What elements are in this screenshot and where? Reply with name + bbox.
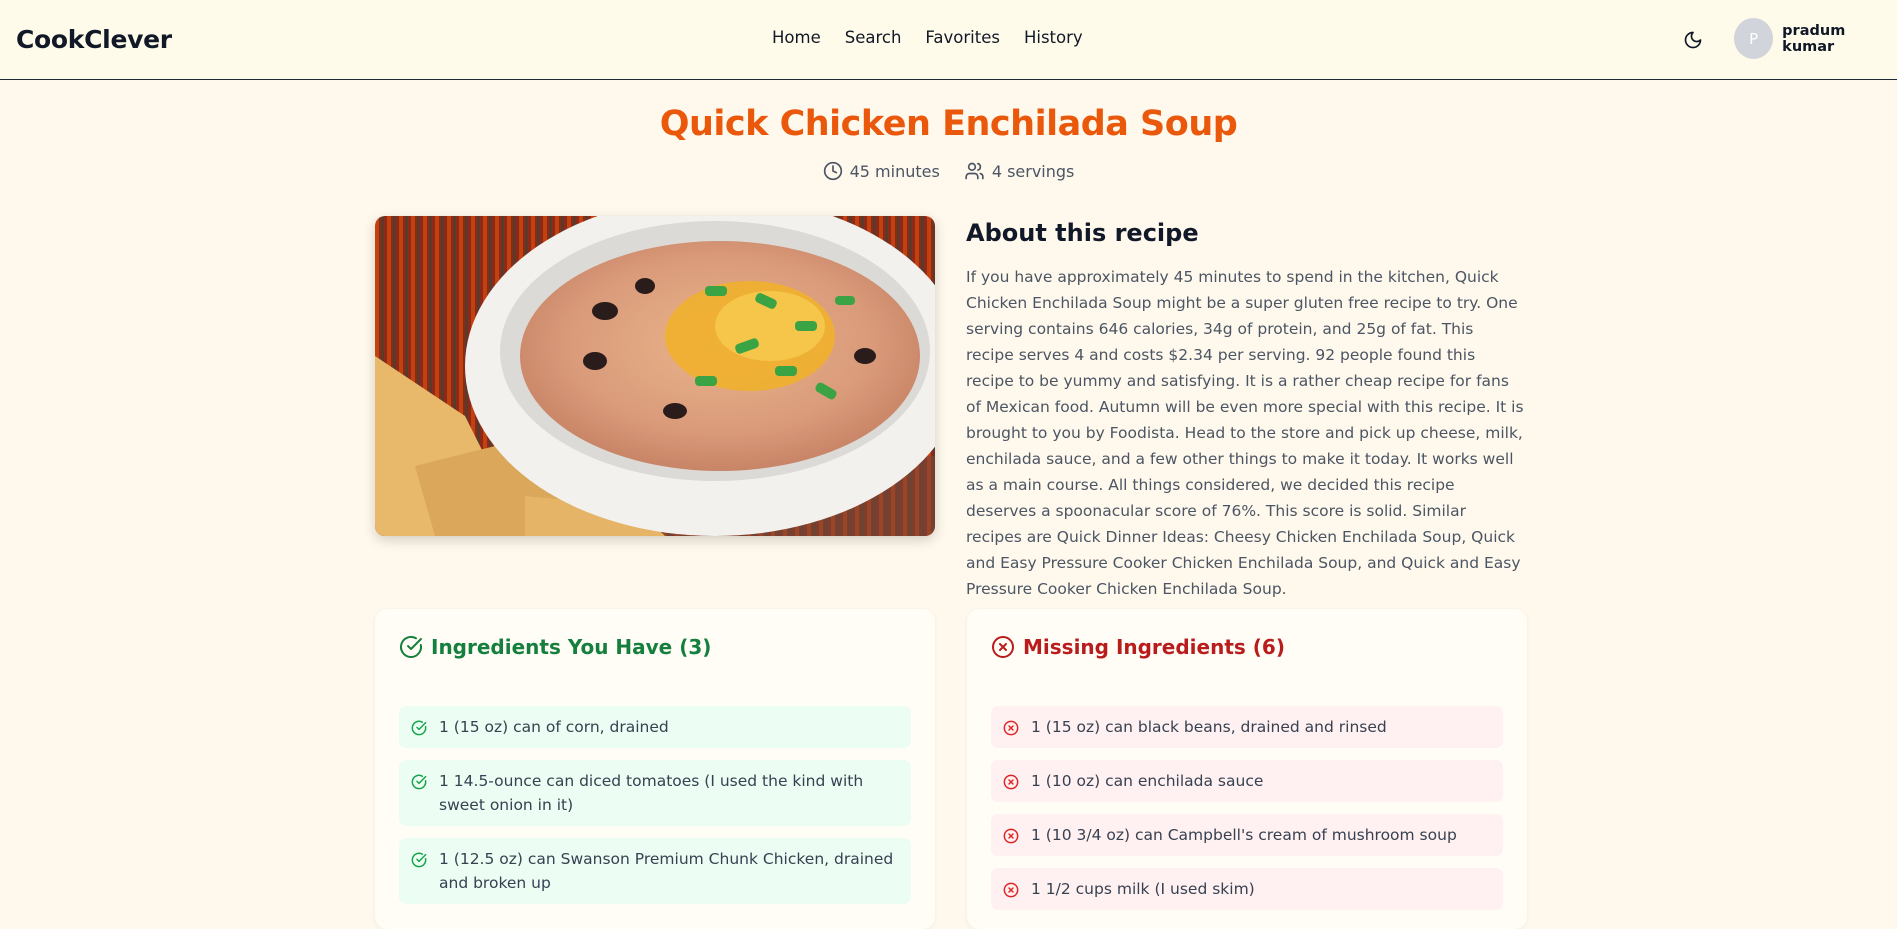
top-navbar: CookClever Home Search Favorites History… bbox=[0, 0, 1897, 80]
check-circle-icon bbox=[411, 852, 427, 868]
x-circle-icon bbox=[1003, 882, 1019, 898]
x-circle-icon bbox=[1003, 828, 1019, 844]
list-item: 1 (10 3/4 oz) can Campbell's cream of mu… bbox=[991, 814, 1503, 856]
list-item: 1 (10 oz) can enchilada sauce bbox=[991, 760, 1503, 802]
recipe-image bbox=[375, 216, 935, 536]
check-circle-icon bbox=[400, 635, 422, 658]
nav-history-link[interactable]: History bbox=[1024, 28, 1083, 47]
x-circle-icon bbox=[1003, 774, 1019, 790]
list-item: 1 14.5-ounce can diced tomatoes (I used … bbox=[399, 760, 911, 826]
cook-time: 45 minutes bbox=[823, 161, 940, 181]
user-menu[interactable]: P pradum kumar bbox=[1734, 18, 1897, 59]
check-circle-icon bbox=[411, 720, 427, 736]
nav-favorites-link[interactable]: Favorites bbox=[925, 28, 1000, 47]
ingredients-missing-title: Missing Ingredients (6) bbox=[1023, 635, 1285, 659]
clock-icon bbox=[823, 161, 842, 181]
list-item: 1 (15 oz) can of corn, drained bbox=[399, 706, 911, 748]
ingredient-text: 1 (12.5 oz) can Swanson Premium Chunk Ch… bbox=[439, 850, 894, 892]
dark-mode-toggle[interactable] bbox=[1680, 27, 1706, 53]
avatar: P bbox=[1734, 18, 1774, 59]
moon-icon bbox=[1684, 31, 1702, 49]
user-name: pradum kumar bbox=[1782, 22, 1846, 55]
main-nav: Home Search Favorites History bbox=[772, 28, 1083, 47]
list-item: 1 1/2 cups milk (I used skim) bbox=[991, 868, 1503, 910]
about-text: If you have approximately 45 minutes to … bbox=[966, 268, 1524, 598]
ingredient-text: 1 1/2 cups milk (I used skim) bbox=[1031, 880, 1255, 898]
about-heading: About this recipe bbox=[966, 219, 1199, 247]
brand-logo[interactable]: CookClever bbox=[16, 25, 172, 54]
nav-home-link[interactable]: Home bbox=[772, 28, 821, 47]
recipe-meta: 45 minutes 4 servings bbox=[0, 161, 1897, 181]
ingredient-text: 1 (15 oz) can of corn, drained bbox=[439, 718, 669, 736]
ingredients-have-list: 1 (15 oz) can of corn, drained 1 14.5-ou… bbox=[399, 706, 911, 916]
ingredients-missing-card: Missing Ingredients (6) 1 (15 oz) can bl… bbox=[967, 609, 1527, 929]
ingredients-have-heading: Ingredients You Have (3) bbox=[399, 635, 711, 659]
ingredient-text: 1 14.5-ounce can diced tomatoes (I used … bbox=[439, 772, 864, 814]
nav-search-link[interactable]: Search bbox=[845, 28, 902, 47]
ingredients-have-title: Ingredients You Have (3) bbox=[431, 635, 712, 659]
ingredients-have-card: Ingredients You Have (3) 1 (15 oz) can o… bbox=[375, 609, 935, 929]
ingredients-missing-heading: Missing Ingredients (6) bbox=[991, 635, 1285, 659]
servings: 4 servings bbox=[964, 161, 1075, 181]
list-item: 1 (12.5 oz) can Swanson Premium Chunk Ch… bbox=[399, 838, 911, 904]
check-circle-icon bbox=[411, 774, 427, 790]
recipe-title: Quick Chicken Enchilada Soup bbox=[659, 104, 1238, 144]
soup-photo-illustration bbox=[375, 216, 935, 536]
x-circle-icon bbox=[1003, 720, 1019, 736]
users-icon bbox=[965, 162, 984, 180]
ingredient-text: 1 (10 3/4 oz) can Campbell's cream of mu… bbox=[1031, 826, 1457, 844]
cook-time-label: 45 minutes bbox=[849, 161, 940, 181]
list-item: 1 (15 oz) can black beans, drained and r… bbox=[991, 706, 1503, 748]
ingredients-missing-list: 1 (15 oz) can black beans, drained and r… bbox=[991, 706, 1503, 922]
x-circle-icon bbox=[992, 636, 1014, 658]
ingredient-text: 1 (10 oz) can enchilada sauce bbox=[1031, 772, 1264, 790]
ingredient-text: 1 (15 oz) can black beans, drained and r… bbox=[1031, 718, 1387, 736]
servings-label: 4 servings bbox=[991, 161, 1075, 181]
